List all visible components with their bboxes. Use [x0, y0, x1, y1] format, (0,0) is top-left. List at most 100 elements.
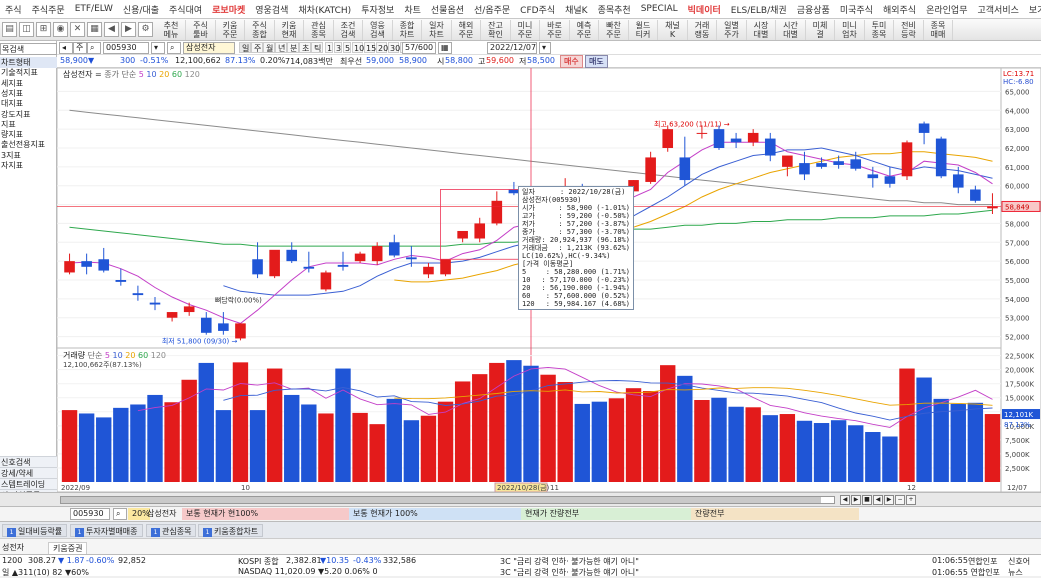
period-button[interactable]: 일: [239, 42, 251, 53]
order-cancel-seg[interactable]: 잔량전부: [691, 508, 859, 520]
prev-symbol-button[interactable]: ◂: [59, 42, 73, 54]
toolbar-button[interactable]: 잔고 확인: [482, 20, 511, 40]
menu-item[interactable]: 고객서비스: [972, 3, 1023, 16]
frame-count-input[interactable]: 57/600: [402, 42, 436, 54]
calendar-icon[interactable]: ▦: [438, 42, 452, 54]
toolbar-button[interactable]: 주식 종합: [246, 20, 275, 40]
period-button[interactable]: 년: [275, 42, 287, 53]
order-mod-seg[interactable]: 현재가 잔량전부: [521, 508, 691, 520]
nav-right-icon[interactable]: ▶: [121, 22, 136, 37]
scroll-control-icon[interactable]: ▶: [851, 495, 861, 505]
menu-item[interactable]: 로보마켓: [207, 3, 250, 16]
menu-item[interactable]: 선/옵주문: [469, 3, 515, 16]
date-input[interactable]: 2022/12/07: [487, 42, 537, 54]
book-icon[interactable]: ▦: [87, 22, 102, 37]
cross-icon[interactable]: ✕: [70, 22, 85, 37]
timeframe-button[interactable]: 3: [334, 42, 342, 53]
order-search-icon[interactable]: ⌕: [113, 508, 127, 520]
order-sell-seg[interactable]: 보통 현재가 100%: [349, 508, 521, 520]
chart-scroll-bar[interactable]: ◀ ▶ ■ ◀ ▶ − +: [0, 492, 1041, 506]
toolbar-button[interactable]: 미니 주문: [511, 20, 540, 40]
menu-toggle-icon[interactable]: ▤: [2, 22, 17, 37]
toolbar-button[interactable]: 전비 등락: [895, 20, 924, 40]
toolbar-button[interactable]: 주식 툴바: [187, 20, 216, 40]
toolbar-button[interactable]: 종목 매매: [924, 20, 953, 40]
menu-item[interactable]: SPECIAL: [636, 4, 683, 14]
period-button[interactable]: 분: [287, 42, 299, 53]
toolbar-button[interactable]: 관심 종목: [305, 20, 334, 40]
buy-button[interactable]: 매수: [560, 55, 583, 68]
toolbar-button[interactable]: 조건 검색: [334, 20, 363, 40]
symbol-code-input[interactable]: 005930: [103, 42, 149, 54]
toolbar-button[interactable]: 빠찬 주문: [600, 20, 629, 40]
symbol-type-button[interactable]: 주: [73, 42, 87, 54]
toolbar-button[interactable]: 시간 대별: [777, 20, 806, 40]
scrollbar-thumb[interactable]: [61, 497, 821, 503]
toolbar-button[interactable]: 채널 K: [659, 20, 688, 40]
menu-item[interactable]: 금융상품: [792, 3, 835, 16]
order-buy-seg[interactable]: 보통 현재가 현100%: [182, 508, 349, 520]
menu-item[interactable]: ELS/ELB/채권: [726, 3, 792, 16]
menu-item[interactable]: 차트: [399, 3, 426, 16]
timeframe-button[interactable]: 10: [352, 42, 364, 53]
period-button[interactable]: 틱: [311, 42, 323, 53]
toolbar-button[interactable]: 윌드 티커: [629, 20, 658, 40]
scrollbar-track[interactable]: [60, 496, 835, 504]
toolbar-button[interactable]: 키움 현재: [275, 20, 304, 40]
menu-item[interactable]: 신용/대출: [118, 3, 164, 16]
menu-item[interactable]: 투자정보: [356, 3, 399, 16]
menu-item[interactable]: CFD주식: [515, 3, 560, 16]
toolbar-button[interactable]: 거래 랭동: [688, 20, 717, 40]
window-tab[interactable]: 1 관심종목: [146, 524, 197, 537]
scroll-control-icon[interactable]: +: [906, 495, 916, 505]
period-button[interactable]: 주: [251, 42, 263, 53]
menu-item[interactable]: 주식: [0, 3, 27, 16]
indicator-category[interactable]: 자지표: [0, 160, 57, 171]
menu-item[interactable]: 빅데이터: [683, 3, 726, 16]
toolbar-button[interactable]: 바로 주문: [541, 20, 570, 40]
toolbar-button[interactable]: 투미 종목: [865, 20, 894, 40]
menu-item[interactable]: 영웅검색: [250, 3, 293, 16]
left-search-input[interactable]: 목검색: [0, 43, 57, 55]
menu-item[interactable]: 온라인업무: [921, 3, 972, 16]
scroll-control-icon[interactable]: ▶: [884, 495, 894, 505]
toolbar-button[interactable]: 영웅 검색: [364, 20, 393, 40]
timeframe-button[interactable]: 20: [376, 42, 388, 53]
menu-item[interactable]: 종목추천: [593, 3, 636, 16]
order-code-input[interactable]: 005930: [70, 508, 110, 520]
timeframe-button[interactable]: 5: [343, 42, 351, 53]
ticker2-news[interactable]: 3C "금리 강력 인하· 불가능한 얘기 아니": [500, 567, 639, 578]
menu-item[interactable]: 주식대여: [164, 3, 207, 16]
date-picker-icon[interactable]: ▾: [539, 42, 551, 54]
toolbar-button[interactable]: 미체 결: [806, 20, 835, 40]
toolbar-button[interactable]: 예측 주문: [570, 20, 599, 40]
scroll-control-icon[interactable]: ◀: [840, 495, 850, 505]
symbol-search-icon[interactable]: ⌕: [87, 42, 101, 54]
symbol-find-icon[interactable]: ⌕: [167, 42, 181, 54]
menu-item[interactable]: 채널K: [560, 3, 592, 16]
arrange-icon[interactable]: ⊞: [36, 22, 51, 37]
menu-item[interactable]: 주식주문: [27, 3, 70, 16]
window-tab[interactable]: 1 투자자별매매종: [70, 524, 143, 537]
period-button[interactable]: 초: [299, 42, 311, 53]
sell-button[interactable]: 매도: [585, 55, 608, 68]
toolbar-button[interactable]: 종합 차트: [393, 20, 422, 40]
menu-item[interactable]: ETF/ELW: [70, 4, 118, 14]
timeframe-button[interactable]: 15: [364, 42, 376, 53]
scroll-control-icon[interactable]: ■: [862, 495, 872, 505]
toolbar-button[interactable]: 추천 메뉴: [157, 20, 186, 40]
toolbar-button[interactable]: 시장 대별: [747, 20, 776, 40]
settings-icon[interactable]: ⚙: [138, 22, 153, 37]
timeframe-button[interactable]: 30: [388, 42, 400, 53]
ticker-item[interactable]: 3C "금리 강력 인하· 불가능한 얘기 아니": [500, 556, 639, 567]
toolbar-button[interactable]: 일별 주가: [718, 20, 747, 40]
menu-item[interactable]: 채차(KATCH): [293, 3, 356, 16]
window-tab[interactable]: 1 일대비등락률: [2, 524, 68, 537]
toolbar-button[interactable]: 해외 주문: [452, 20, 481, 40]
menu-item[interactable]: 선물옵션: [426, 3, 469, 16]
menu-item[interactable]: 해외주식: [878, 3, 921, 16]
lock-icon[interactable]: ◉: [53, 22, 68, 37]
ticker2-right[interactable]: 뉴스: [1008, 567, 1023, 578]
period-button[interactable]: 월: [263, 42, 275, 53]
scroll-control-icon[interactable]: ◀: [873, 495, 883, 505]
